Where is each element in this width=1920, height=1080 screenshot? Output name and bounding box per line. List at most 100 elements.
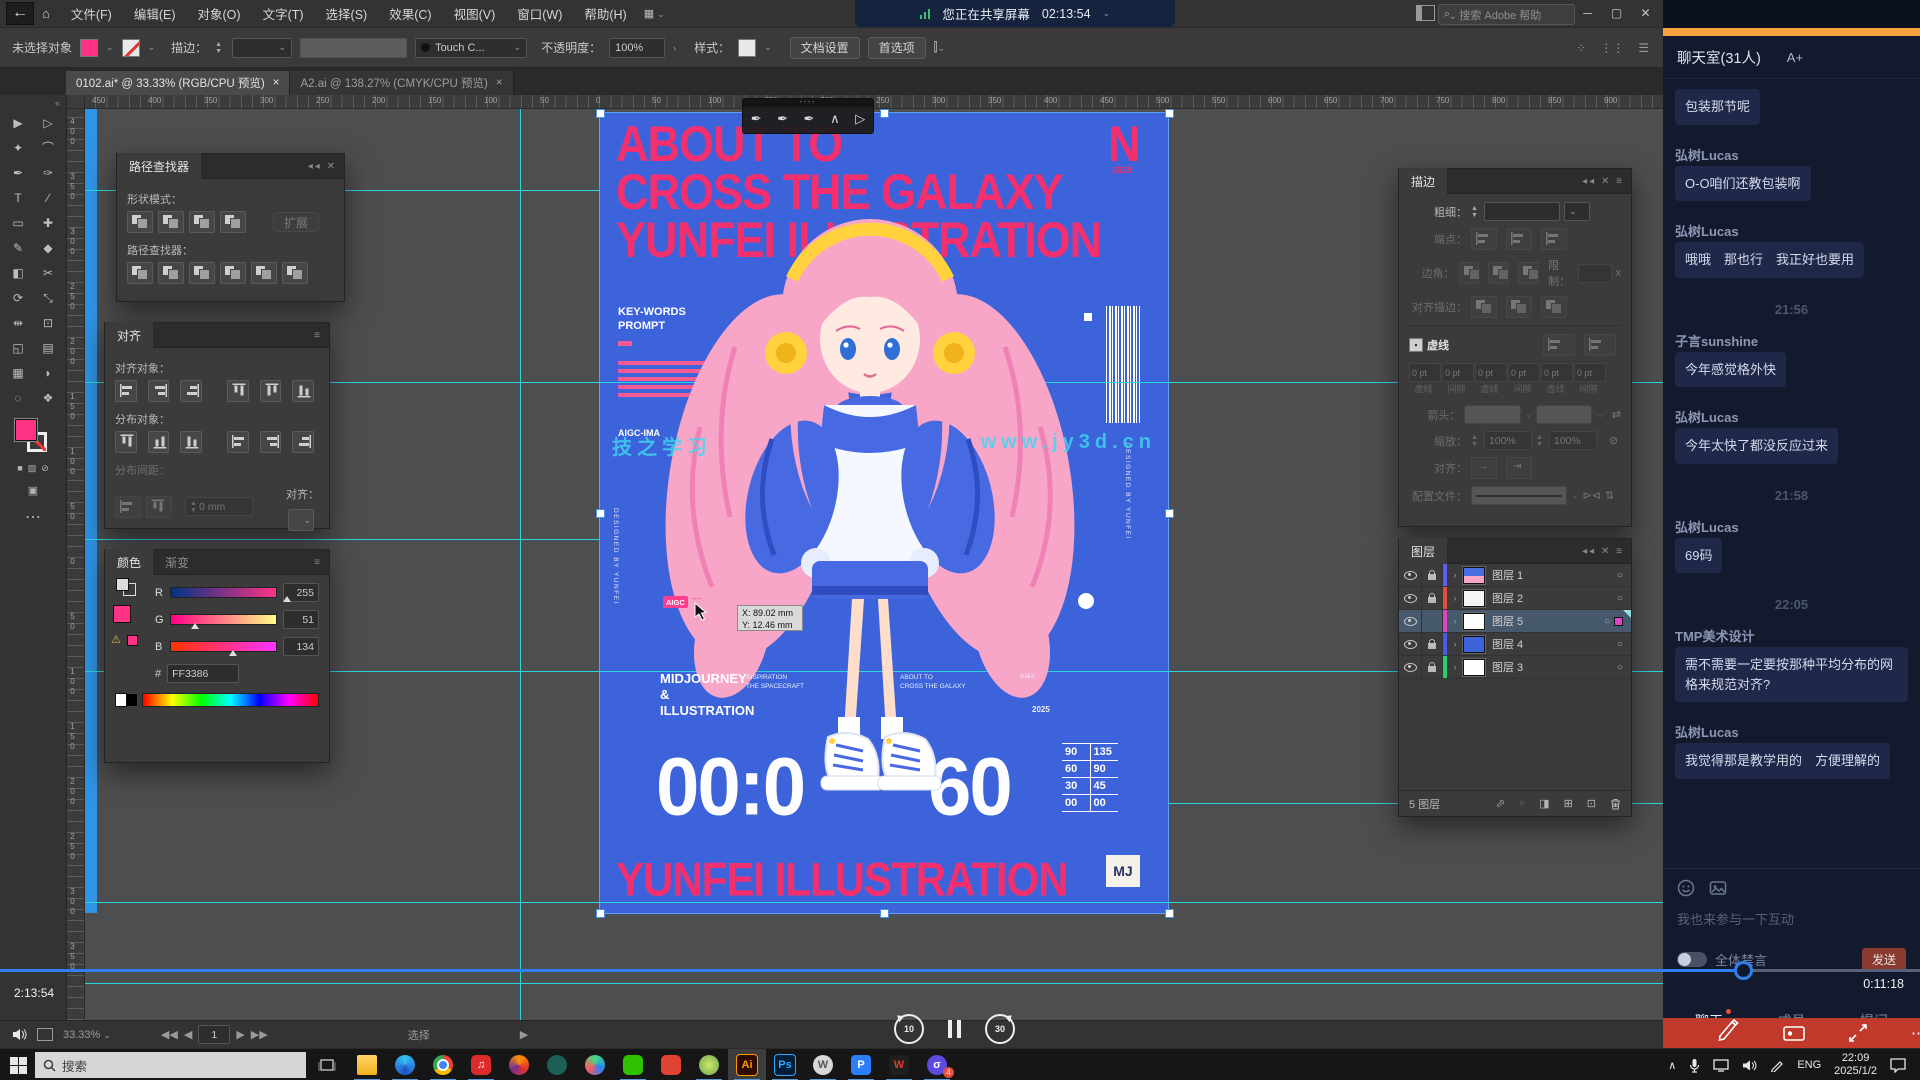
app-netease-music[interactable]: ♫ [462,1049,500,1080]
white-swatch[interactable] [115,693,127,707]
collapse-icon[interactable]: ◂◂ [1582,546,1596,557]
type-tool[interactable]: T [3,186,33,211]
selection-handle[interactable] [1165,909,1174,918]
scissors-tool[interactable]: ✂ [33,261,63,286]
fill-stroke-swatches[interactable] [13,419,53,455]
first-artboard-icon[interactable]: ◀◀ [161,1028,178,1041]
lock-icon[interactable] [1422,564,1443,586]
flip-across-icon[interactable]: ⇅ [1605,489,1614,502]
menu-effect[interactable]: 效果(C) [378,4,442,23]
tab-close-icon[interactable]: × [273,77,280,89]
gamut-swatch[interactable] [127,635,138,646]
minus-back-icon[interactable] [282,262,308,284]
visibility-icon[interactable] [1399,633,1422,655]
minimize-button[interactable]: ─ [1573,0,1602,27]
forward-30-button[interactable]: 30 [985,1014,1015,1044]
arrow-end-dropdown[interactable] [1536,405,1592,424]
preferences-button[interactable]: 首选项 [868,37,926,59]
more-options-icon[interactable]: ⋯ [1911,1024,1920,1042]
lock-icon[interactable] [1422,656,1443,678]
expand-icon[interactable]: › [1447,570,1463,580]
eyedropper-tool[interactable]: ◗ [33,361,63,386]
align-dash-icon[interactable] [1584,334,1616,356]
dashed-checkbox[interactable]: ▪ [1409,338,1423,352]
exclude-icon[interactable] [220,211,246,233]
prev-artboard-icon[interactable]: ◀ [184,1028,192,1041]
swap-arrows-icon[interactable]: ⇄ [1612,408,1621,421]
app-icon-green[interactable] [690,1049,728,1080]
expand-button[interactable]: 扩展 [273,212,319,232]
close-icon[interactable]: ✕ [1601,176,1611,187]
chat-input-area[interactable]: 我也来参与一下互动 [1663,868,1920,948]
pathfinder-tab[interactable]: 路径查找器 [117,153,201,179]
more-tools-icon[interactable]: ⋯ [0,507,66,527]
align-right-icon[interactable] [180,380,202,402]
app-gray-w[interactable]: W [804,1049,842,1080]
divide-icon[interactable] [127,262,153,284]
target-icon[interactable]: ○ [1617,570,1631,581]
guide[interactable] [84,983,1663,984]
rewind-10-button[interactable]: 10 [894,1014,924,1044]
next-artboard-icon[interactable]: ▶ [236,1028,244,1041]
black-swatch[interactable] [127,693,138,707]
grid-icon[interactable]: ⁘ [1576,41,1586,55]
profile-dropdown[interactable] [1471,486,1567,505]
opacity-field[interactable]: 100% [609,38,665,58]
video-progress-handle[interactable] [1734,961,1753,980]
trim-icon[interactable] [158,262,184,284]
align-left-icon[interactable] [115,380,137,402]
ruler-left[interactable]: 4003503002502001501005005010015020025030… [66,95,85,1020]
selection-tool[interactable]: ▶ [3,111,33,136]
app-firefox[interactable] [500,1049,538,1080]
align-top-icon[interactable] [227,380,249,402]
outline-icon[interactable] [251,262,277,284]
menu-icon[interactable]: ≡ [1616,176,1624,187]
pencil-icon[interactable] [1715,1015,1739,1041]
ruler-corner[interactable] [66,95,85,109]
align-inside-stroke-icon[interactable] [1506,296,1532,318]
app-icon-teal[interactable] [538,1049,576,1080]
menu-icon[interactable]: ≡ [314,330,322,341]
lock-empty[interactable] [1422,610,1443,632]
none-mode-icon[interactable]: ⊘ [41,463,49,474]
card-icon[interactable] [1783,1026,1805,1041]
stroke-tab[interactable]: 描边 [1399,168,1447,194]
close-icon[interactable]: ✕ [1601,546,1611,557]
miter-limit-field[interactable] [1578,264,1612,283]
align-center-stroke-icon[interactable] [1471,296,1497,318]
distribute-left-icon[interactable] [227,431,249,453]
gamut-warning-icon[interactable]: ⚠ [111,633,121,646]
direct-selection-tool[interactable]: ▷ [33,111,63,136]
menu-object[interactable]: 对象(O) [187,4,252,23]
visibility-icon[interactable] [1399,610,1422,632]
selection-handle[interactable] [1165,509,1174,518]
minus-front-icon[interactable] [158,211,184,233]
distribute-bottom-icon[interactable] [180,431,202,453]
collect-export-icon[interactable]: ⬀ [1496,797,1505,810]
shape-builder-tool[interactable]: ◱ [3,336,33,361]
menu-icon[interactable]: ≡ [314,557,322,568]
layer-row[interactable]: › 图层 3 ○ [1399,656,1631,679]
shaper-tool[interactable]: ◆ [33,236,63,261]
color-spectrum-bar[interactable] [142,693,319,707]
draw-mode-icon[interactable]: ▣ [0,484,66,497]
b-value[interactable]: 134 [283,637,319,656]
taskbar-search-input[interactable]: 搜索 [35,1052,306,1078]
task-view-icon[interactable] [318,1057,336,1073]
gradient-tab[interactable]: 渐变 [153,549,201,575]
collapse-icon[interactable]: ◂◂ [1582,176,1596,187]
layer-row-selected[interactable]: › 图层 5 ○ [1399,610,1631,633]
document-tab-active[interactable]: 0102.ai* @ 33.33% (RGB/CPU 预览) × [66,71,290,95]
menu-help[interactable]: 帮助(H) [573,4,637,23]
app-icon-red[interactable] [652,1049,690,1080]
display-icon[interactable] [1713,1059,1729,1072]
align-outside-stroke-icon[interactable] [1541,296,1567,318]
gradient-tool[interactable]: ▤ [33,336,63,361]
pen-tool-icon[interactable]: ✒ [751,111,762,127]
screen-share-banner[interactable]: 您正在共享屏幕 02:13:54 ⌄ [855,0,1175,27]
crop-icon[interactable] [220,262,246,284]
microphone-icon[interactable] [1689,1058,1700,1073]
artboard-poster[interactable]: ABOUT TO CROSS THE GALAXY YUNFEI ILLUSTR… [600,113,1168,913]
lock-icon[interactable] [1422,633,1443,655]
lasso-tool[interactable]: ⌒ [33,136,63,161]
